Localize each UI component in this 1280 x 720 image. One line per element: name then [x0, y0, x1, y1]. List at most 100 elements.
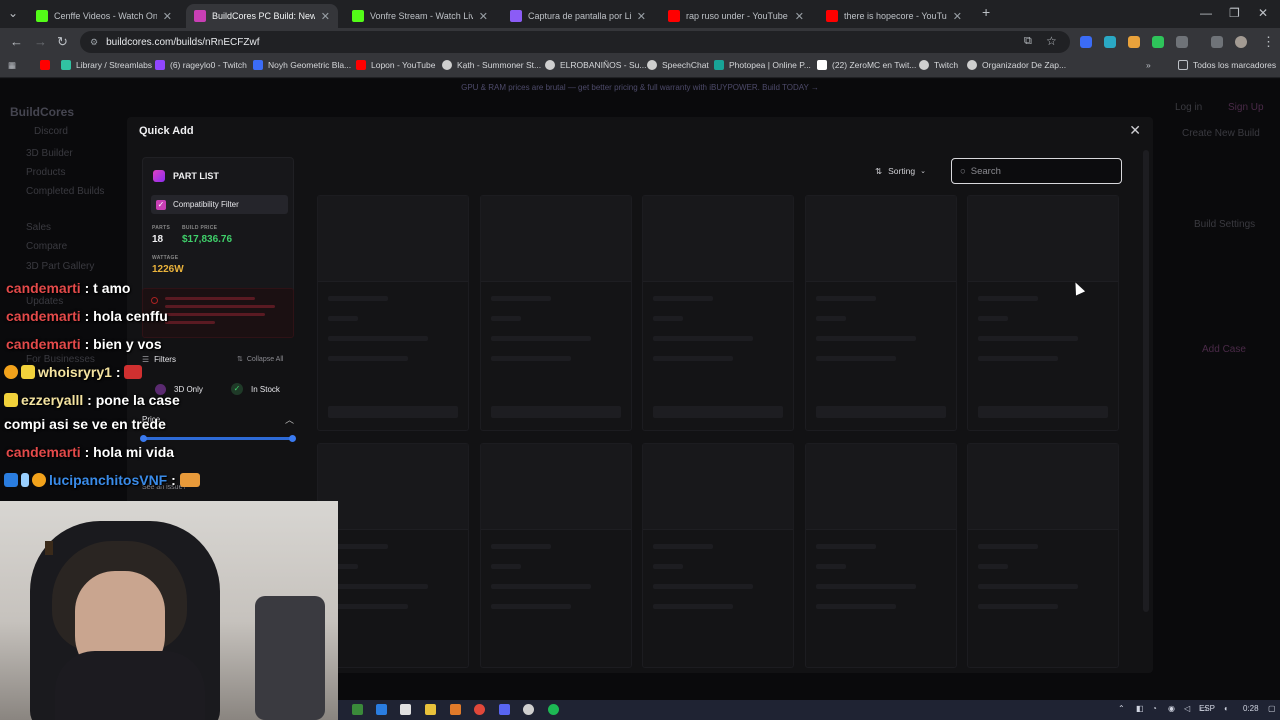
- tray-chevron-icon[interactable]: ⌃: [1118, 704, 1125, 713]
- tab-hopecore[interactable]: there is hopecore - YouTub ✕: [818, 4, 970, 28]
- reload-icon[interactable]: ↻: [57, 34, 68, 50]
- more-bookmarks-icon[interactable]: »: [1146, 60, 1151, 70]
- product-card-loading[interactable]: [317, 195, 469, 431]
- back-icon[interactable]: ←: [10, 34, 23, 49]
- discord-icon[interactable]: [499, 704, 510, 715]
- product-card-loading[interactable]: [805, 195, 957, 431]
- language-indicator[interactable]: ESP: [1199, 704, 1215, 713]
- product-card-loading[interactable]: [805, 443, 957, 668]
- close-icon[interactable]: ✕: [163, 10, 172, 23]
- new-tab-icon[interactable]: +: [982, 4, 990, 20]
- promo-banner[interactable]: GPU & RAM prices are brutal — get better…: [0, 79, 1280, 97]
- obs-icon[interactable]: [523, 704, 534, 715]
- tab-buildcores[interactable]: BuildCores PC Build: New Build ✕: [186, 4, 338, 28]
- url-field[interactable]: ⚙ buildcores.com/builds/nRnECFZwf: [80, 31, 1070, 53]
- bookmark-item[interactable]: Twitch: [919, 60, 958, 70]
- modal-scrollbar[interactable]: [1143, 150, 1149, 612]
- bookmark-item[interactable]: Kạth - Summoner St...: [442, 60, 541, 70]
- tab-search-icon[interactable]: ⌄: [8, 6, 18, 20]
- tab-vonfre[interactable]: Vonfre Stream - Watch Live ✕: [344, 4, 496, 28]
- extension-icon[interactable]: [1104, 36, 1116, 48]
- notifications-icon[interactable]: ▢: [1268, 704, 1276, 713]
- tray-icon[interactable]: ◉: [1168, 704, 1175, 713]
- bookmark-youtube-icon[interactable]: [40, 60, 55, 70]
- bookmark-item[interactable]: Photopea | Online P...: [714, 60, 811, 70]
- close-icon[interactable]: ✕: [637, 10, 646, 23]
- close-icon[interactable]: ✕: [953, 10, 962, 23]
- close-icon[interactable]: ✕: [321, 10, 330, 23]
- extension-icon[interactable]: [1128, 36, 1140, 48]
- sidebar-item-updates[interactable]: Updates: [26, 296, 63, 307]
- site-info-icon[interactable]: ⚙: [90, 37, 98, 48]
- add-case-button[interactable]: Add Case: [1202, 344, 1246, 355]
- wifi-icon[interactable]: ◔: [1152, 704, 1157, 713]
- filters-header[interactable]: ☰ Filters: [142, 349, 176, 369]
- signup-button[interactable]: Sign Up: [1228, 102, 1264, 113]
- all-bookmarks-folder[interactable]: Todos los marcadores: [1178, 60, 1276, 70]
- build-settings-button[interactable]: Build Settings: [1194, 219, 1255, 230]
- bookmark-item[interactable]: Library / Streamlabs: [61, 60, 152, 70]
- slider-min-handle[interactable]: [140, 435, 147, 442]
- apps-icon[interactable]: ▦: [8, 60, 16, 71]
- bookmark-item[interactable]: SpeechChat: [647, 60, 709, 70]
- tab-lightshot[interactable]: Captura de pantalla por Lightsh ✕: [502, 4, 654, 28]
- close-icon[interactable]: ✕: [795, 10, 804, 23]
- restore-icon[interactable]: ❐: [1229, 6, 1240, 20]
- bookmark-item[interactable]: Noyh Geometric Bla...: [253, 60, 351, 70]
- sidebar-item-completed-builds[interactable]: Completed Builds: [26, 186, 104, 197]
- taskbar-app-icon[interactable]: [450, 704, 461, 715]
- create-new-build-button[interactable]: Create New Build: [1182, 128, 1260, 139]
- bookmark-item[interactable]: Organizador De Zap...: [967, 60, 1066, 70]
- tray-icon[interactable]: ◐: [1224, 704, 1229, 713]
- extension-icon[interactable]: [1080, 36, 1092, 48]
- taskbar-app-icon[interactable]: [400, 704, 411, 715]
- translate-icon[interactable]: ⧉: [1024, 35, 1032, 48]
- product-card-loading[interactable]: [317, 443, 469, 668]
- sidebar-item-sales[interactable]: Sales: [26, 222, 51, 233]
- search-field[interactable]: ○: [951, 158, 1122, 184]
- product-card-loading[interactable]: [967, 195, 1119, 431]
- taskbar-app-icon[interactable]: [376, 704, 387, 715]
- clock[interactable]: 0:28: [1243, 704, 1259, 713]
- collapse-all-button[interactable]: ⇅ Collapse All: [237, 349, 283, 369]
- extensions-puzzle-icon[interactable]: [1176, 36, 1188, 48]
- product-card-loading[interactable]: [967, 443, 1119, 668]
- avatar[interactable]: [1235, 36, 1247, 48]
- bookmark-star-icon[interactable]: ☆: [1046, 34, 1057, 48]
- volume-icon[interactable]: ◁: [1184, 704, 1190, 713]
- sidebar-item-compare[interactable]: Compare: [26, 241, 67, 252]
- login-link[interactable]: Log in: [1175, 102, 1202, 113]
- slider-max-handle[interactable]: [289, 435, 296, 442]
- compatibility-filter-toggle[interactable]: ✓ Compatibility Filter: [151, 195, 288, 214]
- sidebar-item-3d-builder[interactable]: 3D Builder: [26, 148, 73, 159]
- tray-icon[interactable]: ◧: [1136, 704, 1144, 713]
- in-stock-toggle[interactable]: ✓ In Stock: [231, 379, 280, 399]
- chevron-up-icon[interactable]: ︿: [285, 413, 294, 426]
- menu-icon[interactable]: ⋮: [1262, 34, 1275, 50]
- tab-cenffe[interactable]: Cenffe Videos - Watch On-Dem ✕: [28, 4, 180, 28]
- chrome-icon[interactable]: [474, 704, 485, 715]
- product-card-loading[interactable]: [642, 443, 794, 668]
- brand-logo[interactable]: BuildCores: [10, 105, 74, 119]
- taskbar-app-icon[interactable]: [352, 704, 363, 715]
- minimize-icon[interactable]: —: [1200, 6, 1212, 20]
- file-explorer-icon[interactable]: [425, 704, 436, 715]
- product-card-loading[interactable]: [480, 195, 632, 431]
- sidebar-item-products[interactable]: Products: [26, 167, 65, 178]
- spotify-icon[interactable]: [548, 704, 559, 715]
- tab-rap-ruso[interactable]: rap ruso under - YouTube ✕: [660, 4, 812, 28]
- sidebar-item-3d-part-gallery[interactable]: 3D Part Gallery: [26, 261, 94, 272]
- forward-icon[interactable]: →: [34, 34, 47, 49]
- bookmark-item[interactable]: Lopon - YouTube: [356, 60, 435, 70]
- bookmark-item[interactable]: ELROBANIÑOS - Su...: [545, 60, 646, 70]
- extension-icon[interactable]: [1152, 36, 1164, 48]
- price-range-slider[interactable]: [142, 437, 294, 440]
- bookmark-item[interactable]: (6) rageylo0 - Twitch: [155, 60, 247, 70]
- close-window-icon[interactable]: ✕: [1258, 6, 1268, 20]
- sorting-dropdown[interactable]: ⇅ Sorting ⌄: [875, 162, 926, 180]
- media-icon[interactable]: [1211, 36, 1223, 48]
- close-icon[interactable]: ✕: [479, 10, 488, 23]
- product-card-loading[interactable]: [480, 443, 632, 668]
- bookmark-item[interactable]: (22) ZeroMC en Twit...: [817, 60, 916, 70]
- search-input[interactable]: [970, 165, 1111, 177]
